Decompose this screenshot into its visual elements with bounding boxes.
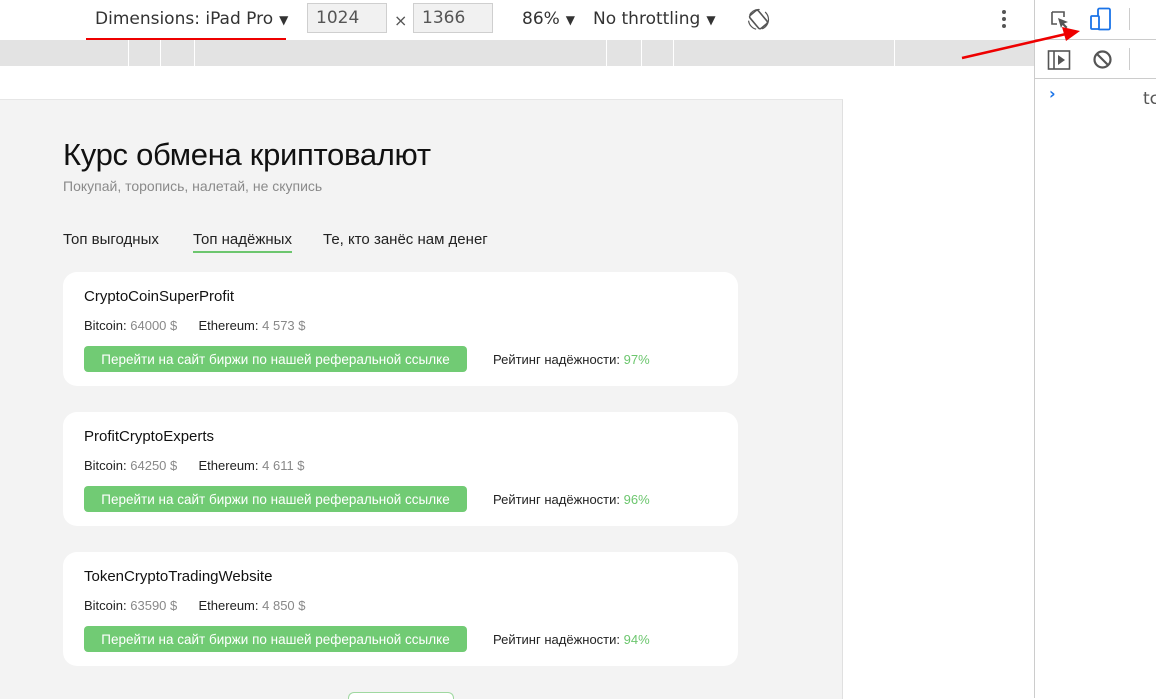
price-row: Bitcoin: 64000 $ Ethereum: 4 573 $ [84, 318, 306, 333]
rating-label: Рейтинг надёжности: [493, 492, 620, 507]
sidebar-toggle-icon[interactable] [1047, 49, 1071, 71]
bitcoin-label: Bitcoin: [84, 458, 127, 473]
zoom-dropdown-arrow-icon: ▼ [565, 13, 576, 27]
ethereum-label: Ethereum: [198, 458, 259, 473]
rotate-icon[interactable] [747, 8, 770, 31]
exchange-card: CryptoCoinSuperProfit Bitcoin: 64000 $ E… [63, 272, 738, 386]
more-options-icon[interactable] [1002, 10, 1006, 31]
devtools-panel: tc › [1034, 0, 1156, 698]
device-toolbar: Dimensions: iPad Pro ▼ 1024 × 1366 86% ▼ N… [0, 0, 1034, 42]
dimensions-label: Dimensions: iPad Pro [95, 9, 274, 29]
width-input[interactable]: 1024 [307, 3, 387, 33]
referral-link-button[interactable]: Перейти на сайт биржи по нашей реферальн… [84, 346, 467, 372]
clear-console-icon[interactable] [1092, 49, 1113, 70]
throttling-label: No throttling [593, 9, 701, 29]
throttling-dropdown[interactable]: No throttling ▼ [593, 9, 716, 29]
tab-sponsored[interactable]: Те, кто занёс нам денег [323, 231, 488, 251]
dimensions-dropdown[interactable]: Dimensions: iPad Pro ▼ [95, 9, 288, 29]
referral-link-button[interactable]: Перейти на сайт биржи по нашей реферальн… [84, 486, 467, 512]
media-query-ruler [0, 40, 1034, 66]
zoom-dropdown[interactable]: 86% ▼ [522, 9, 575, 29]
ethereum-price: 4 850 $ [262, 598, 306, 613]
exchange-name: CryptoCoinSuperProfit [84, 288, 235, 305]
emulated-page: Курс обмена криптовалют Покупай, торопис… [0, 99, 843, 699]
ethereum-label: Ethereum: [198, 598, 259, 613]
rating-label: Рейтинг надёжности: [493, 352, 620, 367]
devtools-top-bar [1035, 0, 1156, 40]
bitcoin-label: Bitcoin: [84, 318, 127, 333]
page-subtitle: Покупай, торопись, налетай, не скупись [63, 178, 323, 194]
exchange-name: ProfitCryptoExperts [84, 428, 215, 445]
reliability-rating: Рейтинг надёжности: 97% [493, 352, 650, 367]
reliability-rating: Рейтинг надёжности: 94% [493, 632, 650, 647]
exchange-card: ProfitCryptoExperts Bitcoin: 64250 $ Eth… [63, 412, 738, 526]
rating-label: Рейтинг надёжности: [493, 632, 620, 647]
tab-top-profitable[interactable]: Топ выгодных [63, 231, 159, 251]
console-context-selector[interactable]: tc [1143, 89, 1156, 109]
rating-value: 94% [623, 632, 650, 647]
exchange-name: TokenCryptoTradingWebsite [84, 568, 273, 585]
ethereum-price: 4 573 $ [262, 318, 306, 333]
ethereum-price: 4 611 $ [262, 458, 305, 473]
ethereum-label: Ethereum: [198, 318, 259, 333]
exchange-card: TokenCryptoTradingWebsite Bitcoin: 63590… [63, 552, 738, 666]
device-toggle-icon[interactable] [1089, 7, 1113, 32]
bitcoin-price: 63590 $ [130, 598, 178, 613]
referral-link-button[interactable]: Перейти на сайт биржи по нашей реферальн… [84, 626, 467, 652]
price-row: Bitcoin: 64250 $ Ethereum: 4 611 $ [84, 458, 305, 473]
bitcoin-label: Bitcoin: [84, 598, 127, 613]
tab-top-reliable[interactable]: Топ надёжных [193, 231, 292, 253]
rating-value: 97% [623, 352, 650, 367]
zoom-label: 86% [522, 9, 560, 29]
inspect-element-icon[interactable] [1049, 9, 1071, 31]
console-prompt-icon[interactable]: › [1049, 84, 1056, 103]
page-title: Курс обмена криптовалют [63, 137, 431, 172]
bitcoin-price: 64250 $ [130, 458, 178, 473]
price-row: Bitcoin: 63590 $ Ethereum: 4 850 $ [84, 598, 306, 613]
times-separator: × [394, 11, 408, 30]
height-input[interactable]: 1366 [413, 3, 493, 33]
console-toolbar: tc [1035, 40, 1156, 109]
bitcoin-price: 64000 $ [130, 318, 178, 333]
dimensions-dropdown-arrow-icon: ▼ [279, 13, 289, 27]
reliability-rating: Рейтинг надёжности: 96% [493, 492, 650, 507]
throttling-dropdown-arrow-icon: ▼ [706, 13, 716, 27]
rating-value: 96% [623, 492, 650, 507]
